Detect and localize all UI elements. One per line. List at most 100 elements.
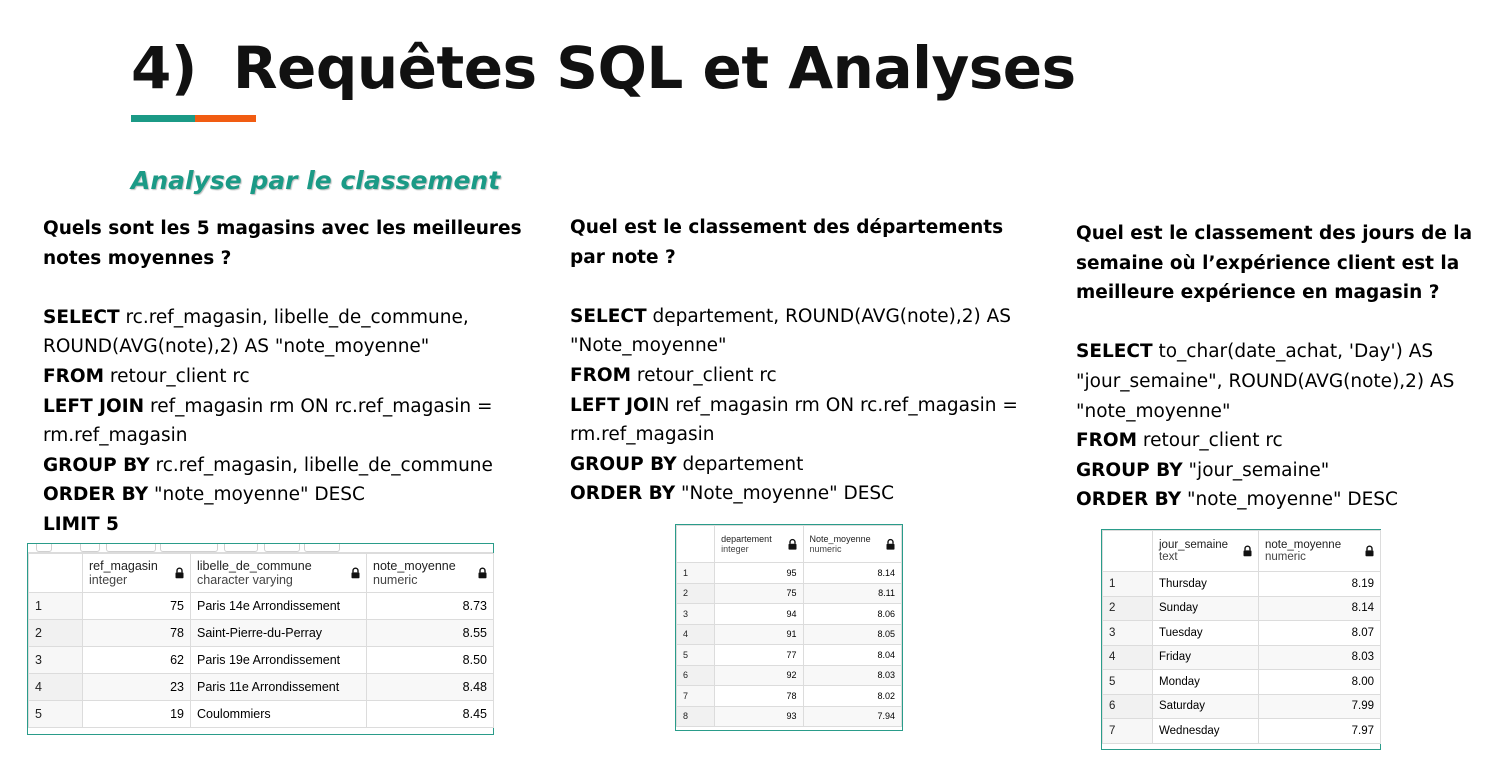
- table-cell[interactable]: 8.04: [802, 644, 903, 666]
- row-number[interactable]: 1: [675, 562, 716, 584]
- table-cell[interactable]: 94: [714, 603, 804, 625]
- column-header[interactable]: departement integer: [714, 525, 804, 563]
- row-number[interactable]: 8: [675, 705, 716, 727]
- column-header[interactable]: libelle_de_commune character varying: [190, 553, 367, 593]
- table-row[interactable]: 1 Thursday 8.19: [1102, 571, 1381, 597]
- table-cell[interactable]: 95: [714, 562, 804, 584]
- analysis-1-question: Quels sont les 5 magasins avec les meill…: [43, 218, 522, 269]
- table-cell[interactable]: Tuesday: [1152, 620, 1259, 646]
- table-cell[interactable]: 8.50: [366, 646, 494, 674]
- table-cell[interactable]: 8.14: [802, 562, 903, 584]
- table-cell[interactable]: Thursday: [1152, 571, 1259, 597]
- table-cell[interactable]: Saint-Pierre-du-Perray: [190, 619, 367, 647]
- table-cell[interactable]: 91: [714, 623, 804, 645]
- table-cell[interactable]: 93: [714, 705, 804, 727]
- table-cell[interactable]: Paris 11e Arrondissement: [190, 673, 367, 701]
- table-cell[interactable]: 8.07: [1258, 620, 1381, 646]
- table-row[interactable]: 4 23 Paris 11e Arrondissement 8.48: [28, 673, 494, 701]
- table-cell[interactable]: 78: [82, 619, 191, 647]
- table-row[interactable]: 3 Tuesday 8.07: [1102, 620, 1381, 646]
- analysis-3-text: Quel est le classement des jours de la s…: [1076, 219, 1476, 515]
- table-cell[interactable]: 8.05: [802, 623, 903, 645]
- table-cell[interactable]: 8.06: [802, 603, 903, 625]
- table-cell[interactable]: Friday: [1152, 644, 1259, 670]
- table-row[interactable]: 1 75 Paris 14e Arrondissement 8.73: [28, 592, 494, 620]
- table-cell[interactable]: 7.94: [802, 705, 903, 727]
- table-cell[interactable]: 7.99: [1258, 693, 1381, 719]
- table-cell[interactable]: Coulommiers: [190, 700, 367, 728]
- table-cell[interactable]: 62: [82, 646, 191, 674]
- row-number[interactable]: 6: [1102, 693, 1153, 719]
- table-cell[interactable]: Wednesday: [1152, 718, 1259, 744]
- row-number[interactable]: 4: [675, 623, 716, 645]
- sql-clause: retour_client rc: [1137, 430, 1283, 452]
- table-cell[interactable]: 8.00: [1258, 669, 1381, 695]
- row-number[interactable]: 3: [1102, 620, 1153, 646]
- row-number[interactable]: 3: [675, 603, 716, 625]
- table-cell[interactable]: 92: [714, 664, 804, 686]
- table-row[interactable]: 6 92 8.03: [675, 664, 903, 686]
- table-cell[interactable]: 8.03: [802, 664, 903, 686]
- column-header[interactable]: note_moyenne numeric: [1258, 530, 1381, 572]
- table-row[interactable]: 7 78 8.02: [675, 685, 903, 707]
- row-number[interactable]: 4: [1102, 644, 1153, 670]
- table-cell[interactable]: 8.02: [802, 685, 903, 707]
- table-cell[interactable]: 8.55: [366, 619, 494, 647]
- row-number[interactable]: 5: [1102, 669, 1153, 695]
- sql-line: LIMIT 5: [43, 510, 523, 540]
- sql-clause: retour_client rc: [104, 365, 250, 387]
- column-header[interactable]: note_moyenne numeric: [366, 553, 494, 593]
- table-cell[interactable]: 8.19: [1258, 571, 1381, 597]
- table-cell[interactable]: Sunday: [1152, 595, 1259, 621]
- row-number[interactable]: 7: [675, 685, 716, 707]
- table-row[interactable]: 6 Saturday 7.99: [1102, 693, 1381, 719]
- row-number[interactable]: 2: [28, 619, 83, 647]
- row-number[interactable]: 2: [675, 582, 716, 604]
- sql-keyword: SELECT: [1076, 341, 1153, 363]
- column-header[interactable]: ref_magasin integer: [82, 553, 191, 593]
- row-number[interactable]: 6: [675, 664, 716, 686]
- table-row[interactable]: 2 Sunday 8.14: [1102, 595, 1381, 621]
- table-cell[interactable]: 75: [82, 592, 191, 620]
- table-cell[interactable]: Paris 14e Arrondissement: [190, 592, 367, 620]
- table-row[interactable]: 5 77 8.04: [675, 644, 903, 666]
- table-cell[interactable]: 8.11: [802, 582, 903, 604]
- table-cell[interactable]: 77: [714, 644, 804, 666]
- table-cell[interactable]: 8.73: [366, 592, 494, 620]
- column-header[interactable]: Note_moyenne numeric: [802, 525, 903, 563]
- table-row[interactable]: 4 91 8.05: [675, 623, 903, 645]
- row-number[interactable]: 2: [1102, 595, 1153, 621]
- row-number[interactable]: 5: [675, 644, 716, 666]
- table-cell[interactable]: 78: [714, 685, 804, 707]
- table-cell[interactable]: Saturday: [1152, 693, 1259, 719]
- lock-icon: [478, 567, 487, 581]
- table-row[interactable]: 8 93 7.94: [675, 705, 903, 727]
- table-cell[interactable]: 23: [82, 673, 191, 701]
- table-cell[interactable]: 7.97: [1258, 718, 1381, 744]
- table-cell[interactable]: Monday: [1152, 669, 1259, 695]
- table-row[interactable]: 5 19 Coulommiers 8.45: [28, 700, 494, 728]
- row-number[interactable]: 5: [28, 700, 83, 728]
- table-cell[interactable]: 8.14: [1258, 595, 1381, 621]
- table-row[interactable]: 4 Friday 8.03: [1102, 644, 1381, 670]
- row-number[interactable]: 3: [28, 646, 83, 674]
- table-cell[interactable]: 8.03: [1258, 644, 1381, 670]
- table-row[interactable]: 1 95 8.14: [675, 562, 903, 584]
- row-number[interactable]: 7: [1102, 718, 1153, 744]
- table-row[interactable]: 7 Wednesday 7.97: [1102, 718, 1381, 744]
- row-number[interactable]: 1: [28, 592, 83, 620]
- table-row[interactable]: 5 Monday 8.00: [1102, 669, 1381, 695]
- table-row[interactable]: 2 78 Saint-Pierre-du-Perray 8.55: [28, 619, 494, 647]
- table-cell[interactable]: 8.45: [366, 700, 494, 728]
- row-number[interactable]: 4: [28, 673, 83, 701]
- table-cell[interactable]: 19: [82, 700, 191, 728]
- table-cell[interactable]: 75: [714, 582, 804, 604]
- table-cell[interactable]: Paris 19e Arrondissement: [190, 646, 367, 674]
- table-row[interactable]: 3 94 8.06: [675, 603, 903, 625]
- table-cell[interactable]: 8.48: [366, 673, 494, 701]
- row-number[interactable]: 1: [1102, 571, 1153, 597]
- sql-keyword: ORDER BY: [43, 484, 149, 506]
- table-row[interactable]: 3 62 Paris 19e Arrondissement 8.50: [28, 646, 494, 674]
- table-row[interactable]: 2 75 8.11: [675, 582, 903, 604]
- column-header[interactable]: jour_semaine text: [1152, 530, 1259, 572]
